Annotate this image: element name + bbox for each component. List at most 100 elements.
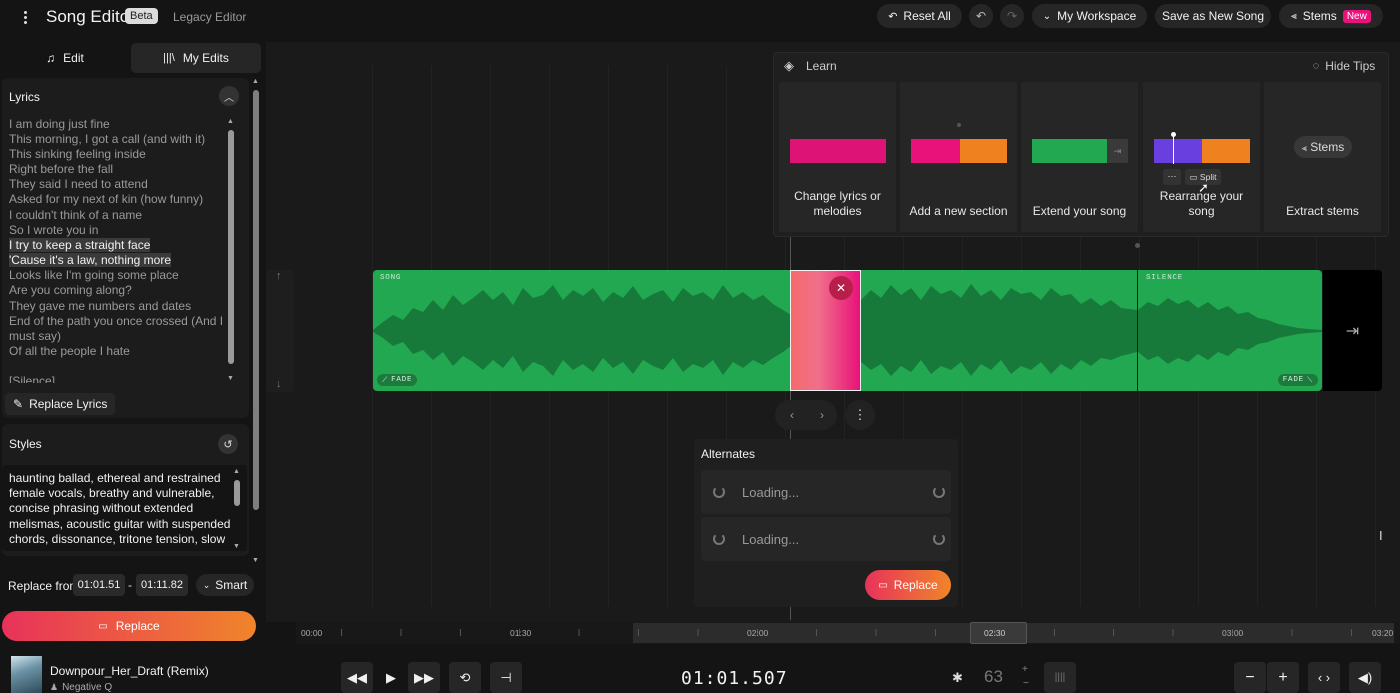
close-icon: ✕: [835, 281, 847, 295]
fit-width-button[interactable]: ‹ ›: [1308, 662, 1340, 693]
scroll-up-arrow-icon: ▲: [233, 468, 240, 475]
bpm-increase-button[interactable]: +: [1022, 664, 1028, 675]
lyrics-text-area[interactable]: I am doing just fine This morning, I got…: [0, 115, 230, 383]
styles-scroll-thumb[interactable]: [234, 480, 240, 506]
fade-out-badge[interactable]: FADE ⟍: [1277, 374, 1318, 386]
plus-icon: +: [1278, 668, 1288, 686]
lyric-line: End of the path you once crossed (And I: [9, 314, 224, 328]
workspace-dropdown[interactable]: ⌄ My Workspace: [1032, 4, 1147, 28]
fade-in-badge[interactable]: ⟋ FADE: [377, 374, 418, 386]
zoom-out-button[interactable]: −: [1234, 662, 1266, 693]
ruler-tick-label: 02:30: [984, 628, 1006, 638]
song-section[interactable]: SONG ⟋ FADE: [373, 270, 791, 391]
text-cursor-icon: I: [1379, 528, 1383, 543]
more-options-button[interactable]: ⋮: [845, 400, 875, 430]
tip-card-change-lyrics[interactable]: Change lyrics or melodies: [779, 82, 896, 232]
save-as-new-song-button[interactable]: Save as New Song: [1155, 4, 1271, 28]
tab-edit[interactable]: ♫ Edit: [2, 43, 128, 73]
volume-button[interactable]: ◀): [1349, 662, 1381, 693]
loop-button[interactable]: ⟲: [449, 662, 481, 693]
lyrics-scrollbar[interactable]: ▲ ▼: [227, 118, 235, 382]
tip-illustration-more-chip: ⋯: [1163, 169, 1181, 185]
lyrics-scroll-thumb[interactable]: [228, 130, 234, 364]
tip-card-extract-stems[interactable]: ⫷ Stems Extract stems: [1264, 82, 1381, 232]
region-handle[interactable]: [1135, 243, 1140, 248]
extend-end-button[interactable]: ⇥: [1323, 270, 1382, 391]
alternate-loading-label: Loading...: [742, 485, 800, 500]
music-note-icon: ♫: [46, 51, 56, 65]
tab-edit-label: Edit: [63, 51, 84, 65]
alternate-row-1[interactable]: Loading...: [701, 470, 951, 514]
tip-card-add-section[interactable]: Add a new section: [900, 82, 1017, 232]
play-button[interactable]: ▶: [375, 662, 407, 693]
track-height-control: [266, 270, 294, 392]
lyric-line: This sinking feeling inside: [9, 147, 146, 161]
hide-tips-button[interactable]: ◌ Hide Tips: [1304, 55, 1384, 77]
alternate-row-2[interactable]: Loading...: [701, 517, 951, 561]
user-icon: ♟: [50, 682, 59, 692]
replace-button[interactable]: ▭ Replace: [2, 611, 256, 641]
loading-spinner-icon: [713, 533, 725, 545]
styles-text-area[interactable]: haunting ballad, ethereal and restrained…: [2, 465, 247, 551]
redo-button[interactable]: ↷: [1000, 4, 1024, 28]
save-new-label: Save as New Song: [1161, 9, 1265, 23]
tab-my-edits[interactable]: |||\ My Edits: [131, 43, 261, 73]
song-tag: SONG: [380, 274, 402, 282]
prev-segment-button[interactable]: ‹: [782, 405, 802, 425]
song-section-continued[interactable]: [861, 270, 1137, 391]
replace-end-field[interactable]: 01:11.82: [136, 574, 188, 596]
tip-card-rearrange-song[interactable]: ⋯ ▭ Split Rearrange your song: [1143, 82, 1260, 232]
track-title[interactable]: Downpour_Her_Draft (Remix): [50, 664, 209, 678]
gear-icon: ✱: [952, 670, 963, 685]
rewind-button[interactable]: ◀◀: [341, 662, 373, 693]
zoom-in-button[interactable]: +: [1267, 662, 1299, 693]
tip-card-extend-song[interactable]: ⇥ Extend your song: [1021, 82, 1138, 232]
fade-out-icon: ⟍: [1306, 376, 1313, 385]
play-icon: ▶: [386, 669, 396, 685]
left-panel-scrollbar[interactable]: ▲ ▼: [252, 78, 260, 564]
learn-icon: ◈: [784, 58, 794, 73]
undo-button[interactable]: ↶: [969, 4, 993, 28]
artist-row[interactable]: ♟ Negative Q: [50, 682, 112, 693]
undo-icon: ↶: [975, 9, 987, 23]
reset-styles-button[interactable]: ↺: [218, 434, 238, 454]
stems-label: Stems: [1302, 9, 1337, 23]
metronome-toggle-button[interactable]: ||||: [1044, 662, 1076, 693]
snap-button[interactable]: ⊣: [490, 662, 522, 693]
legacy-editor-link[interactable]: Legacy Editor: [173, 10, 246, 24]
replace-start-field[interactable]: 01:01.51: [73, 574, 125, 596]
arrow-to-end-icon: ⇥: [1345, 322, 1360, 340]
collapse-lyrics-button[interactable]: ︿: [219, 86, 239, 106]
styles-scrollbar[interactable]: ▲ ▼: [233, 468, 241, 550]
scroll-down-arrow-icon: ▼: [227, 375, 234, 382]
remove-region-button[interactable]: ✕: [829, 276, 853, 300]
bpm-value[interactable]: 63: [984, 667, 1003, 687]
fast-forward-icon: ▶▶: [414, 669, 434, 685]
arrow-up-icon[interactable]: ↑: [276, 270, 282, 282]
stems-icon: ⫷: [1301, 143, 1307, 153]
lyric-line: Asked for my next of kin (how funny): [9, 192, 204, 206]
pencil-icon: ✎: [13, 397, 24, 411]
fast-forward-button[interactable]: ▶▶: [408, 662, 440, 693]
silence-section[interactable]: SILENCE FADE ⟍: [1138, 270, 1322, 391]
replace-lyrics-label: Replace Lyrics: [29, 397, 108, 411]
silence-waveform: [1138, 298, 1322, 364]
ruler-tick-label: 03:20: [1372, 628, 1394, 638]
arrow-down-icon[interactable]: ↓: [276, 378, 282, 390]
left-panel-scroll-thumb[interactable]: [253, 90, 259, 510]
lyric-line-selected: 'Cause it's a law, nothing more: [9, 253, 171, 267]
menu-icon[interactable]: [20, 8, 30, 26]
smart-mode-dropdown[interactable]: ⌄ Smart: [196, 574, 254, 596]
reset-all-button[interactable]: ↶ Reset All: [877, 4, 962, 28]
minus-icon: −: [1245, 668, 1255, 686]
bpm-decrease-button[interactable]: −: [1023, 678, 1029, 689]
replace-lyrics-button[interactable]: ✎ Replace Lyrics: [5, 393, 116, 415]
album-art[interactable]: [11, 656, 42, 693]
next-segment-button[interactable]: ›: [812, 405, 832, 425]
metronome-settings-button[interactable]: ✱: [952, 670, 963, 686]
stems-button[interactable]: ⫷ Stems New: [1279, 4, 1383, 28]
lyrics-heading: Lyrics: [9, 90, 40, 104]
alternates-replace-button[interactable]: ▭ Replace: [865, 570, 951, 600]
lyric-line: [Silence]: [9, 374, 56, 383]
tip-illustration-stems-chip: ⫷ Stems: [1294, 136, 1352, 158]
